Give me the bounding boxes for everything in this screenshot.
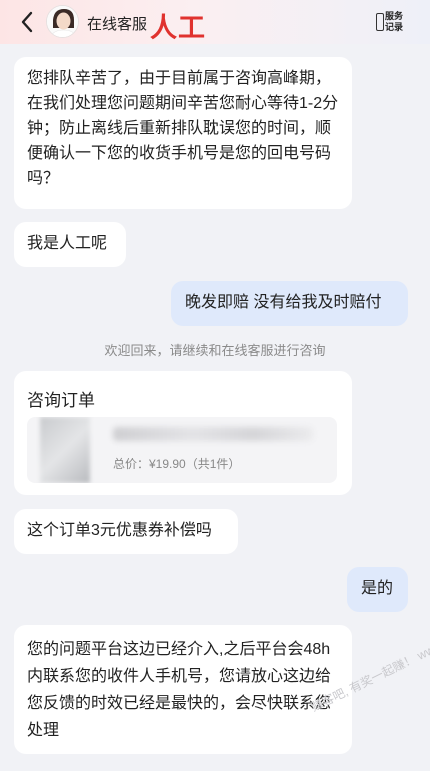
product-name-redacted: [113, 427, 313, 441]
service-record-icon: [376, 13, 384, 31]
message-bubble-agent: 您的问题平台这边已经介入,之后平台会48h内联系您的收件人手机号，您请放心这边给…: [14, 625, 352, 754]
chevron-left-icon: [21, 11, 33, 33]
human-agent-tag: 人工: [150, 13, 206, 43]
message-bubble-agent: 您排队辛苦了，由于目前属于咨询高峰期，在我们处理您问题期间辛苦您耐心等待1-2分…: [14, 57, 352, 209]
back-button[interactable]: [16, 9, 38, 35]
order-item[interactable]: 总价：¥19.90（共1件）: [27, 417, 337, 483]
order-price: 总价：¥19.90（共1件）: [113, 457, 241, 471]
message-text: 晚发即赔 没有给我及时赔付: [185, 294, 382, 311]
service-record-label: 服务记录: [385, 11, 404, 32]
product-thumbnail: [40, 417, 90, 483]
order-card[interactable]: 咨询订单 总价：¥19.90（共1件）: [14, 371, 352, 495]
message-text: 您的问题平台这边已经介入,之后平台会48h内联系您的收件人手机号，您请放心这边给…: [27, 641, 332, 739]
message-bubble-user: 晚发即赔 没有给我及时赔付: [171, 281, 408, 326]
service-record-button[interactable]: 服务记录: [376, 11, 406, 35]
agent-avatar-image: [47, 6, 78, 37]
message-bubble-user: 是的: [347, 567, 408, 612]
message-text: 我是人工呢: [27, 235, 108, 252]
message-text: 您排队辛苦了，由于目前属于咨询高峰期，在我们处理您问题期间辛苦您耐心等待1-2分…: [27, 70, 339, 187]
message-bubble-agent: 这个订单3元优惠券补偿吗: [14, 509, 238, 554]
message-text: 是的: [361, 580, 394, 597]
system-notice: 欢迎回来，请继续和在线客服进行咨询: [104, 343, 326, 358]
message-bubble-agent: 我是人工呢: [14, 222, 126, 267]
message-text: 这个订单3元优惠券补偿吗: [27, 522, 212, 539]
chat-title: 在线客服: [87, 16, 148, 33]
chat-header: 在线客服 人工 服务记录: [0, 0, 430, 44]
agent-avatar[interactable]: [46, 5, 79, 38]
order-card-title: 咨询订单: [27, 391, 95, 410]
